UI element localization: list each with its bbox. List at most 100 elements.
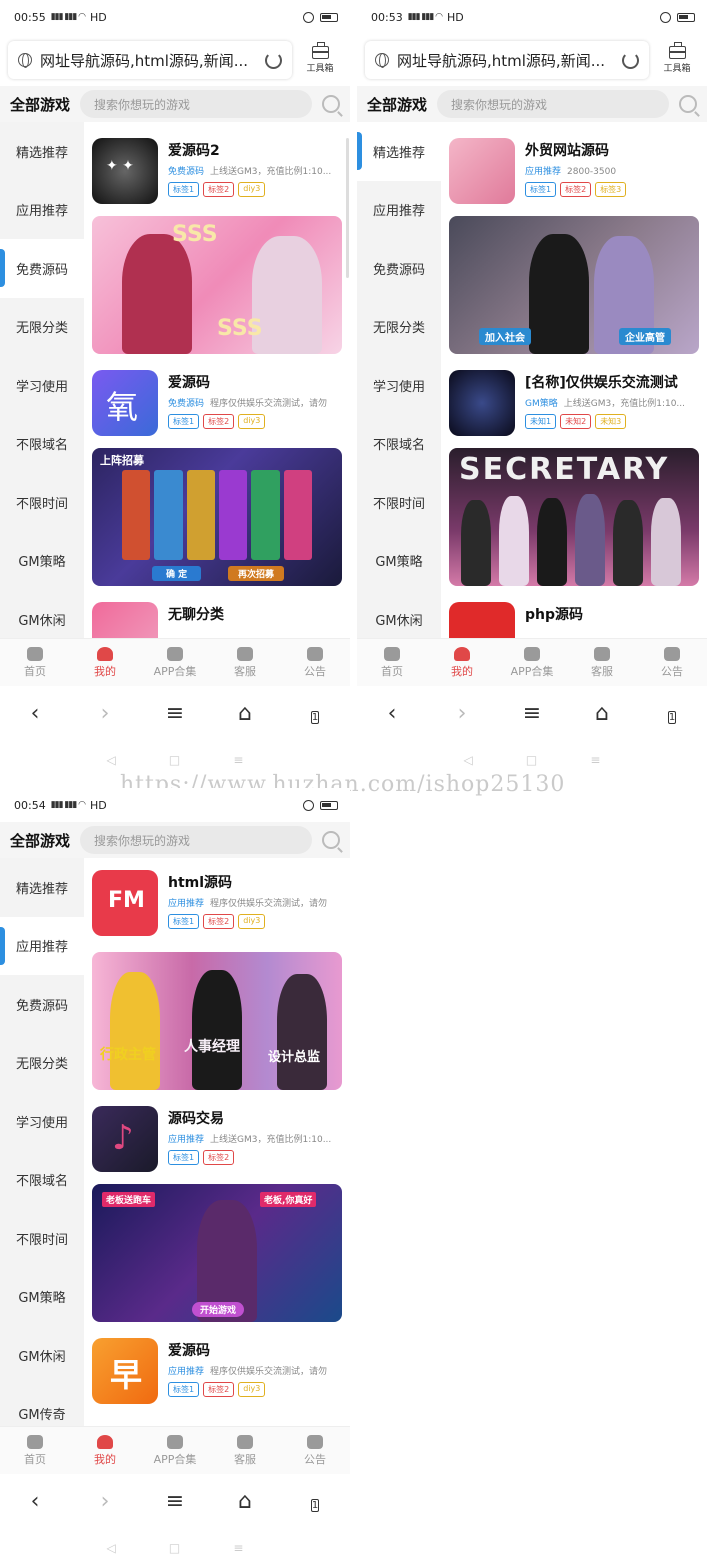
forward-icon[interactable]: › — [85, 1489, 125, 1514]
menu-icon[interactable]: ≡ — [155, 701, 195, 726]
back-gesture-icon[interactable]: ◁ — [464, 753, 473, 767]
reload-icon[interactable] — [622, 51, 639, 69]
scrollbar[interactable] — [346, 138, 349, 278]
list-item[interactable]: [名称]仅供娱乐交流测试 GM策略 上线送GM3，充值比例1:10... 未知1 未… — [449, 354, 699, 436]
sidebar-item[interactable]: 免费源码 — [0, 975, 84, 1034]
toolbox-button[interactable]: 工具箱 — [298, 42, 342, 74]
sidebar-item[interactable]: 学习使用 — [357, 356, 441, 415]
game-banner[interactable]: 行政主管 人事经理 设计总监 — [92, 952, 342, 1090]
list-item[interactable]: 无聊分类 — [92, 586, 342, 638]
search-input[interactable]: 搜索你想玩的游戏 — [80, 90, 312, 118]
tab-home[interactable]: 首页 — [0, 639, 70, 686]
list-item[interactable]: 氧 爱源码 免费源码 程序仅供娱乐交流测试，请勿 标签1 标签2 diy3 — [92, 354, 342, 436]
home-gesture-icon[interactable]: □ — [526, 753, 537, 767]
search-icon[interactable] — [322, 831, 340, 849]
url-field[interactable]: 网址导航源码,html源码,新闻... — [8, 41, 292, 79]
tab-app-collection[interactable]: APP合集 — [140, 1427, 210, 1474]
sidebar-item-active[interactable]: 精选推荐 — [357, 122, 441, 181]
sidebar-item[interactable]: GM传奇 — [0, 1385, 84, 1427]
sidebar-item-active[interactable]: 应用推荐 — [0, 916, 84, 975]
sidebar-item[interactable]: 免费源码 — [357, 239, 441, 298]
recent-gesture-icon[interactable]: ≡ — [590, 753, 600, 767]
tab-notice[interactable]: 公告 — [280, 639, 350, 686]
sidebar-item[interactable]: 无限分类 — [0, 298, 84, 357]
sidebar-item[interactable]: 应用推荐 — [0, 181, 84, 240]
exec-button[interactable]: 企业高管 — [619, 328, 671, 345]
sidebar-item[interactable]: 无限分类 — [0, 1034, 84, 1093]
list-item[interactable]: php源码 — [449, 586, 699, 638]
back-icon[interactable]: ‹ — [372, 701, 412, 726]
back-gesture-icon[interactable]: ◁ — [107, 753, 116, 767]
tab-app-collection[interactable]: APP合集 — [140, 639, 210, 686]
home-gesture-icon[interactable]: □ — [169, 753, 180, 767]
tab-service[interactable]: 客服 — [210, 1427, 280, 1474]
sidebar-item[interactable]: 不限域名 — [0, 1151, 84, 1210]
sidebar-item[interactable]: 精选推荐 — [0, 858, 84, 917]
sidebar-item[interactable]: GM策略 — [357, 532, 441, 591]
list-item[interactable]: 外贸网站源码 应用推荐 2800-3500 标签1 标签2 标签3 — [449, 122, 699, 204]
toolbox-button[interactable]: 工具箱 — [655, 42, 699, 74]
back-icon[interactable]: ‹ — [15, 1489, 55, 1514]
tab-mine[interactable]: 我的 — [70, 1427, 140, 1474]
tab-mine[interactable]: 我的 — [427, 639, 497, 686]
sidebar-item[interactable]: 不限时间 — [357, 473, 441, 532]
sidebar-item[interactable]: 不限域名 — [0, 415, 84, 474]
search-icon[interactable] — [322, 95, 340, 113]
back-icon[interactable]: ‹ — [15, 701, 55, 726]
tab-app-collection[interactable]: APP合集 — [497, 639, 567, 686]
sidebar-item[interactable]: 学习使用 — [0, 1092, 84, 1151]
game-banner[interactable]: SECRETARY — [449, 448, 699, 586]
tabs-icon[interactable]: 1 — [295, 701, 335, 726]
home-icon[interactable]: ⌂ — [582, 701, 622, 726]
menu-icon[interactable]: ≡ — [155, 1489, 195, 1514]
tab-service[interactable]: 客服 — [567, 639, 637, 686]
sidebar-item[interactable]: GM休闲 — [0, 1326, 84, 1385]
home-icon[interactable]: ⌂ — [225, 1489, 265, 1514]
sidebar-item[interactable]: 应用推荐 — [357, 181, 441, 240]
recent-gesture-icon[interactable]: ≡ — [233, 1541, 243, 1555]
tab-home[interactable]: 首页 — [0, 1427, 70, 1474]
sidebar-item[interactable]: GM策略 — [0, 532, 84, 591]
menu-icon[interactable]: ≡ — [512, 701, 552, 726]
list-item[interactable]: ✦ ✦ 爱源码2 免费源码 上线送GM3，充值比例1:10... 标签1 标签2 di… — [92, 122, 342, 204]
sidebar-item[interactable]: 不限时间 — [0, 473, 84, 532]
list-item[interactable]: FM html源码 应用推荐 程序仅供娱乐交流测试，请勿 标签1 标签2 diy3 — [92, 858, 342, 940]
sidebar-item[interactable]: 不限域名 — [357, 415, 441, 474]
forward-icon[interactable]: › — [85, 701, 125, 726]
game-banner[interactable]: 老板送跑车 老板,你真好 开始游戏 — [92, 1184, 342, 1322]
back-gesture-icon[interactable]: ◁ — [107, 1541, 116, 1555]
url-field[interactable]: 网址导航源码,html源码,新闻... — [365, 41, 649, 79]
reload-icon[interactable] — [265, 51, 282, 69]
game-banner[interactable]: SSS SSS — [92, 216, 342, 354]
tab-mine[interactable]: 我的 — [70, 639, 140, 686]
home-icon[interactable]: ⌂ — [225, 701, 265, 726]
sidebar-item[interactable]: GM休闲 — [0, 590, 84, 638]
sidebar-item[interactable]: GM休闲 — [357, 590, 441, 638]
list-item[interactable]: ♪ 源码交易 应用推荐 上线送GM3，充值比例1:10... 标签1 标签2 — [92, 1090, 342, 1172]
search-icon[interactable] — [679, 95, 697, 113]
start-game-button[interactable]: 开始游戏 — [192, 1302, 245, 1317]
list-item[interactable]: 早 爱源码 应用推荐 程序仅供娱乐交流测试，请勿 标签1 标签2 diy3 — [92, 1322, 342, 1404]
game-banner[interactable]: 加入社会 企业高管 — [449, 216, 699, 354]
sidebar-item[interactable]: GM策略 — [0, 1268, 84, 1327]
tab-service[interactable]: 客服 — [210, 639, 280, 686]
sidebar-item[interactable]: 无限分类 — [357, 298, 441, 357]
recent-gesture-icon[interactable]: ≡ — [233, 753, 243, 767]
sidebar-item-active[interactable]: 免费源码 — [0, 239, 84, 298]
sidebar-item[interactable]: 不限时间 — [0, 1209, 84, 1268]
game-banner[interactable]: 上阵招募 确 定 再次招募 — [92, 448, 342, 586]
search-input[interactable]: 搜索你想玩的游戏 — [437, 90, 669, 118]
forward-icon[interactable]: › — [442, 701, 482, 726]
tabs-icon[interactable]: 1 — [652, 701, 692, 726]
sidebar-item[interactable]: 学习使用 — [0, 356, 84, 415]
join-button[interactable]: 加入社会 — [479, 328, 531, 345]
home-gesture-icon[interactable]: □ — [169, 1541, 180, 1555]
tab-home[interactable]: 首页 — [357, 639, 427, 686]
sidebar-item[interactable]: 精选推荐 — [0, 122, 84, 181]
recruit-button[interactable]: 再次招募 — [228, 566, 285, 581]
tabs-icon[interactable]: 1 — [295, 1489, 335, 1514]
tab-notice[interactable]: 公告 — [637, 639, 707, 686]
confirm-button[interactable]: 确 定 — [152, 566, 202, 581]
search-input[interactable]: 搜索你想玩的游戏 — [80, 826, 312, 854]
tab-notice[interactable]: 公告 — [280, 1427, 350, 1474]
